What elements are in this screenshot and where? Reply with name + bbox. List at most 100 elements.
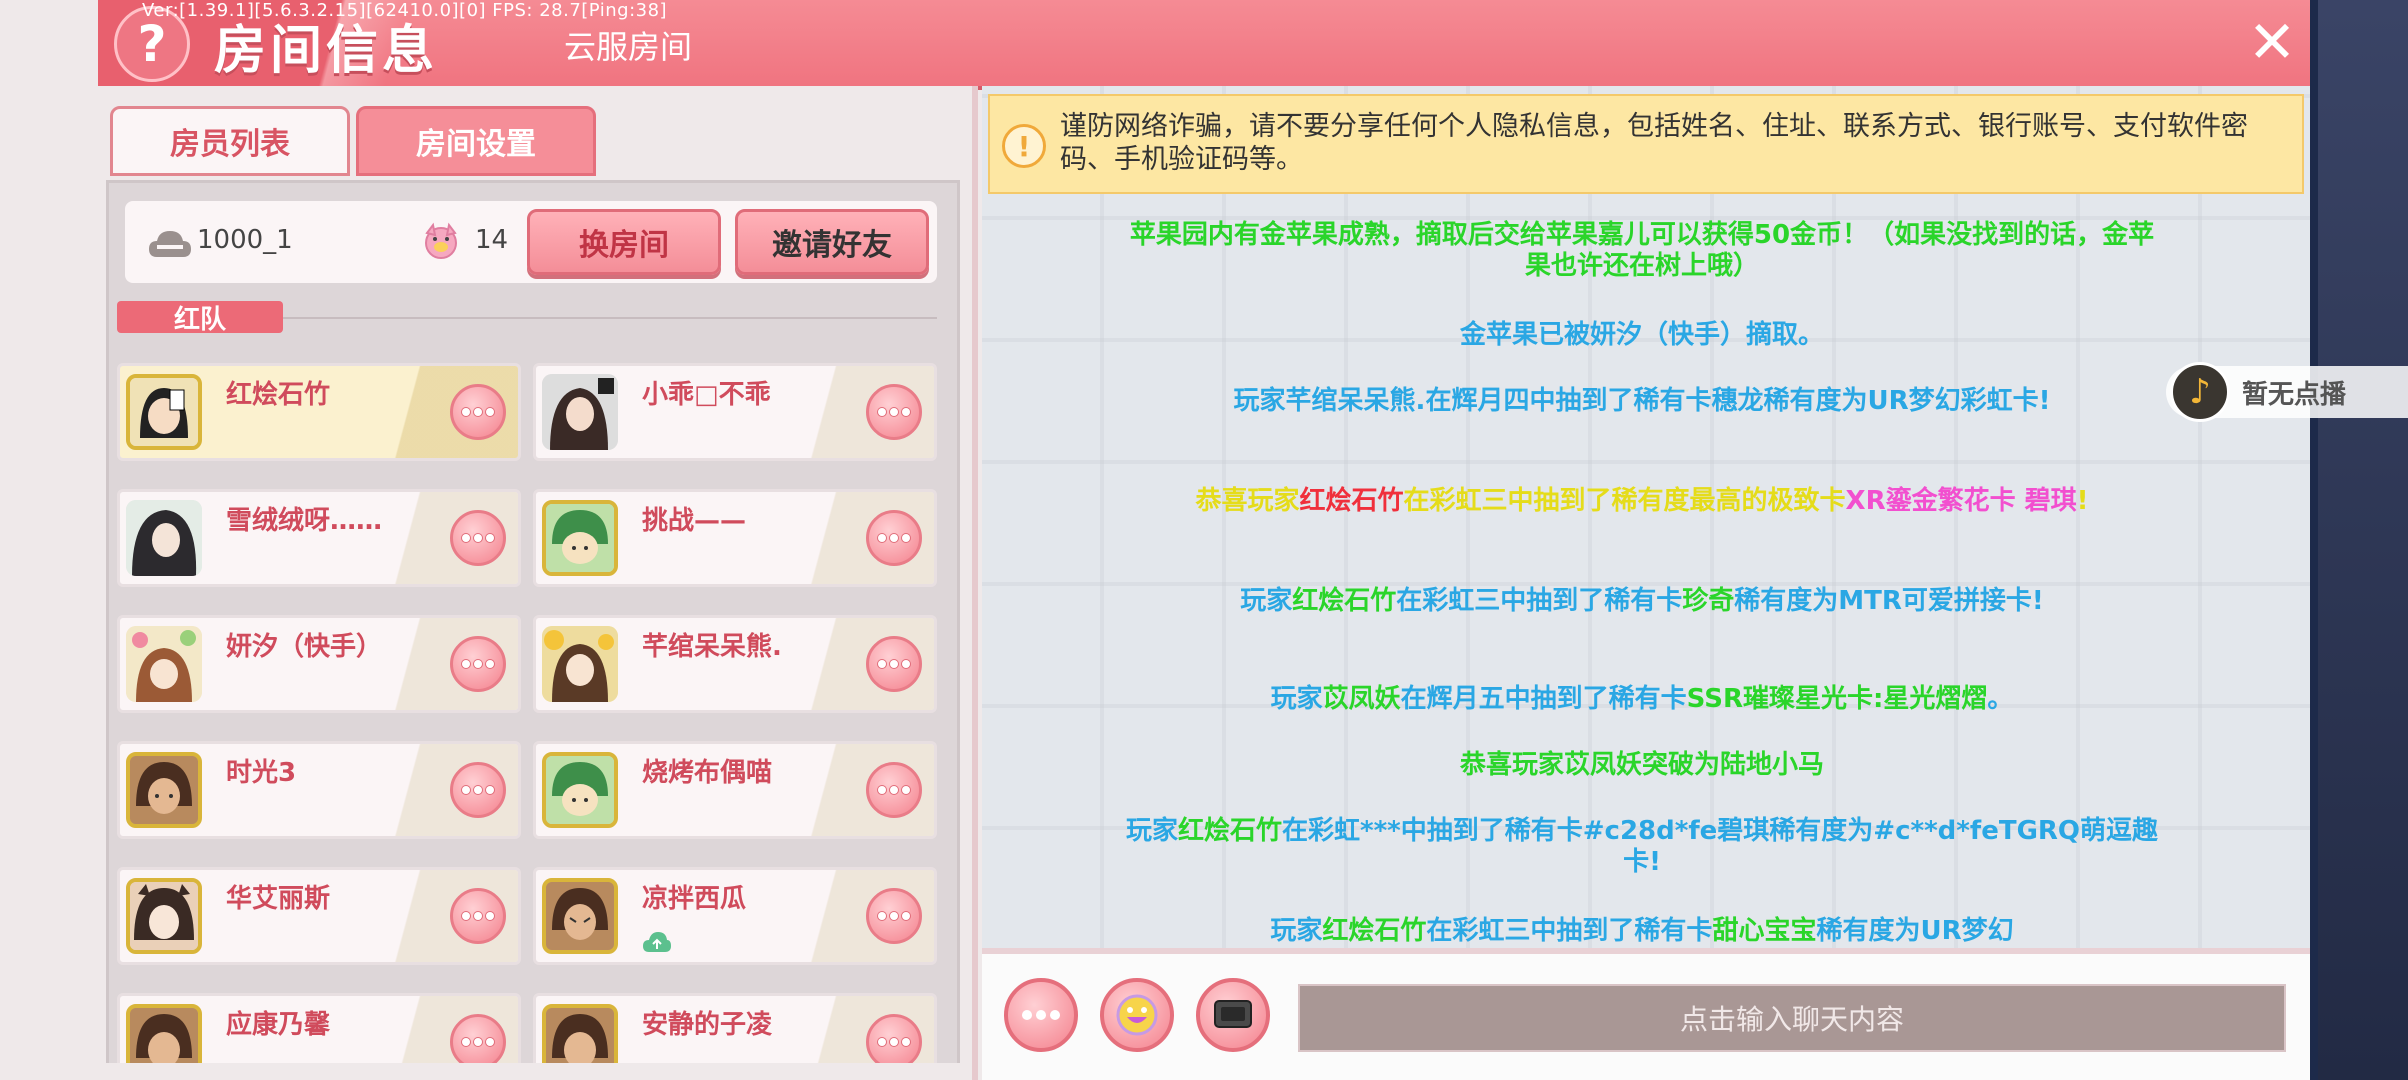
member-name: 华艾丽斯 (226, 884, 331, 914)
more-options-button[interactable] (866, 1014, 922, 1063)
message-segment: 在彩虹三中抽到了稀有卡 (1396, 586, 1683, 616)
member-card[interactable]: 凉拌西瓜 (533, 867, 937, 965)
player-count: 14 (475, 225, 509, 255)
more-options-button[interactable] (450, 384, 506, 440)
message-segment: 稀有度为MTR可爱拼接卡! (1734, 586, 2044, 616)
message-segment: 红烩石竹 (1177, 816, 1282, 846)
message-segment: SSR璀璨星光卡:星光熠熠 (1686, 684, 1988, 714)
fraud-warning-banner: ! 谨防网络诈骗，请不要分享任何个人隐私信息，包括姓名、住址、联系方式、银行账号… (988, 94, 2304, 194)
message-segment: 玩家 (1270, 916, 1323, 946)
more-options-button[interactable] (866, 636, 922, 692)
message-segment: 稀有度为UR梦幻彩虹卡! (1763, 386, 2051, 416)
member-card[interactable]: 雪绒绒呀…… (117, 489, 521, 587)
emoji-button[interactable] (1100, 978, 1174, 1052)
emoji-icon (1116, 994, 1158, 1036)
invite-friends-button[interactable]: 邀请好友 (735, 209, 929, 275)
member-card[interactable]: 挑战—— (533, 489, 937, 587)
avatar[interactable] (542, 1004, 618, 1063)
message-segment: 在辉月四中抽到了稀有卡 (1425, 386, 1712, 416)
chat-message: 玩家红烩石竹在彩虹三中抽到了稀有卡甜心宝宝稀有度为UR梦幻 (1122, 916, 2162, 947)
music-note-icon[interactable]: ♪ (2170, 362, 2230, 422)
message-segment: 玩家 (1125, 816, 1178, 846)
member-card[interactable]: 烧烤布偶喵 (533, 741, 937, 839)
tab-settings[interactable]: 房间设置 (356, 106, 596, 176)
avatar[interactable] (126, 752, 202, 828)
member-card[interactable]: 时光3 (117, 741, 521, 839)
more-options-button[interactable] (866, 762, 922, 818)
avatar[interactable] (542, 500, 618, 576)
message-segment: 在彩虹三中抽到了稀有卡 (1426, 916, 1713, 946)
change-room-button[interactable]: 换房间 (527, 209, 721, 275)
music-status-label: 暂无点播 (2242, 380, 2347, 410)
more-actions-button[interactable] (1004, 978, 1078, 1052)
more-options-button[interactable] (866, 384, 922, 440)
avatar[interactable] (126, 626, 202, 702)
chat-message: 恭喜玩家红烩石竹在彩虹三中抽到了稀有度最高的极致卡XR鎏金繁花卡 碧琪! (1122, 486, 2162, 517)
pig-icon (425, 222, 457, 259)
message-segment: 在彩虹***中抽到了稀有卡#c28d*fe碧琪稀有度为#c**d*feTGRQ萌… (1281, 816, 2159, 877)
member-name: 时光3 (226, 758, 297, 788)
message-segment: ! (2076, 486, 2089, 516)
close-icon[interactable]: ✕ (2240, 8, 2304, 76)
card-icon (1214, 1000, 1252, 1028)
member-card[interactable]: 安静的子凌 (533, 993, 937, 1063)
message-segment: 穗龙 (1711, 386, 1764, 416)
avatar[interactable] (126, 500, 202, 576)
chat-log[interactable]: ! 谨防网络诈骗，请不要分享任何个人隐私信息，包括姓名、住址、联系方式、银行账号… (982, 86, 2310, 948)
more-options-button[interactable] (450, 510, 506, 566)
warning-text: 谨防网络诈骗，请不要分享任何个人隐私信息，包括姓名、住址、联系方式、银行账号、支… (1060, 111, 2248, 175)
team-label: 红队 (117, 301, 283, 335)
member-name: 雪绒绒呀…… (226, 506, 383, 536)
more-options-button[interactable] (866, 888, 922, 944)
member-name: 挑战—— (642, 506, 747, 536)
message-segment: 苡凤妖 (1322, 684, 1401, 714)
avatar[interactable] (126, 374, 202, 450)
member-name: 凉拌西瓜 (642, 884, 747, 914)
room-info-row: 1000_1 14 换房间 邀请好友 (125, 201, 937, 283)
avatar[interactable] (542, 752, 618, 828)
avatar[interactable] (126, 1004, 202, 1063)
member-name: 安静的子凌 (642, 1010, 773, 1040)
more-options-button[interactable] (450, 888, 506, 944)
quick-message-button[interactable] (1196, 978, 1270, 1052)
message-segment: 玩家 (1233, 386, 1286, 416)
member-name: 红烩石竹 (226, 380, 331, 410)
message-segment: 苹果园内有金苹果成熟，摘取后交给苹果嘉儿可以获得50金币！（如果没找到的话，金苹… (1129, 220, 2155, 281)
chat-input[interactable]: 点击输入聊天内容 (1298, 984, 2286, 1052)
member-list: 1000_1 14 换房间 邀请好友 红队 红烩石竹 小乖□不乖 雪绒绒呀…… … (106, 180, 960, 1063)
message-segment: 在彩虹三中抽到了稀有度最高的极致卡 (1403, 486, 1846, 516)
chat-message: 玩家芊绾呆呆熊.在辉月四中抽到了稀有卡穗龙稀有度为UR梦幻彩虹卡! (1122, 386, 2162, 417)
more-options-button[interactable] (450, 762, 506, 818)
page-subtitle: 云服房间 (564, 28, 693, 66)
member-card[interactable]: 红烩石竹 (117, 363, 521, 461)
avatar[interactable] (542, 626, 618, 702)
member-card[interactable]: 妍汐（快手） (117, 615, 521, 713)
team-divider (283, 317, 937, 319)
more-options-button[interactable] (450, 636, 506, 692)
member-card[interactable]: 应康乃馨 (117, 993, 521, 1063)
message-segment: 红烩石竹 (1292, 586, 1397, 616)
chat-message: 恭喜玩家苡凤妖突破为陆地小马 (1122, 750, 2162, 781)
chat-message: 玩家苡凤妖在辉月五中抽到了稀有卡SSR璀璨星光卡:星光熠熠。 (1122, 684, 2162, 715)
avatar[interactable] (126, 878, 202, 954)
warning-icon: ! (1002, 124, 1046, 168)
avatar[interactable] (542, 878, 618, 954)
message-segment: 玩家 (1240, 586, 1293, 616)
message-segment: 在辉月五中抽到了稀有卡 (1400, 684, 1687, 714)
message-segment: 稀有度为UR梦幻 (1816, 916, 2014, 946)
debug-version-text: Ver:[1.39.1][5.6.3.2.15][62410.0][0] FPS… (142, 0, 668, 21)
member-card[interactable]: 芊绾呆呆熊. (533, 615, 937, 713)
avatar[interactable] (542, 374, 618, 450)
background-right (2318, 0, 2408, 1080)
member-name: 烧烤布偶喵 (642, 758, 773, 788)
member-card[interactable]: 华艾丽斯 (117, 867, 521, 965)
cloud-icon (149, 231, 191, 257)
message-segment: 金苹果已被妍汐（快手）摘取。 (1459, 320, 1824, 350)
member-card[interactable]: 小乖□不乖 (533, 363, 937, 461)
message-segment: 甜心宝宝 (1712, 916, 1817, 946)
more-options-button[interactable] (450, 1014, 506, 1063)
tab-members[interactable]: 房员列表 (110, 106, 350, 176)
more-options-button[interactable] (866, 510, 922, 566)
panel-divider (972, 86, 978, 1080)
message-segment: 。 (1987, 684, 2014, 714)
